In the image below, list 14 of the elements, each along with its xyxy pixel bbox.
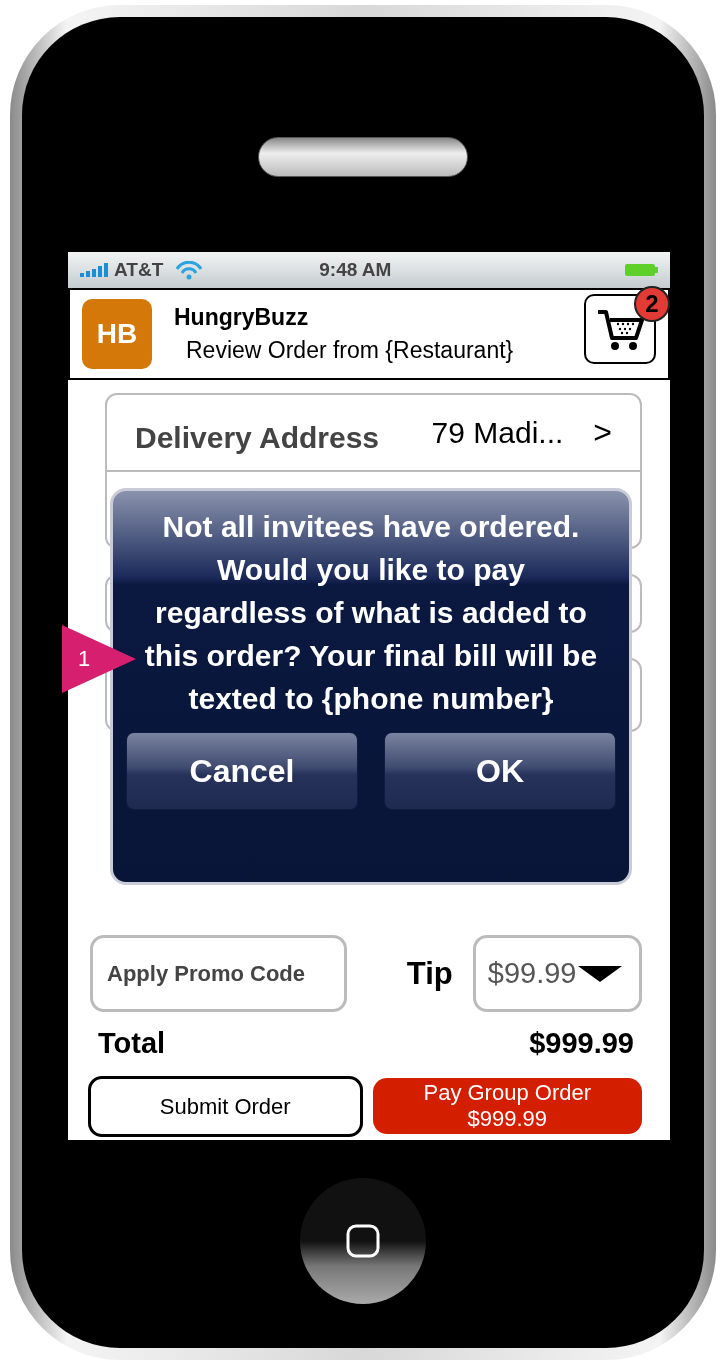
total-label: Total	[98, 1027, 166, 1060]
delivery-value: 79 Madi...	[431, 415, 564, 450]
app-logo: HB	[82, 299, 152, 369]
alert-message: Not all invitees have ordered. Would you like to pay regardless of what is added to this order? Your final bill will be texted to {phone number}	[143, 509, 599, 717]
carrier-label: AT&T	[114, 259, 164, 281]
page-subtitle: Review Order from {Restaurant}	[185, 337, 515, 364]
tip-value: $99.99	[487, 957, 577, 990]
cart-count-badge: 2	[634, 286, 670, 322]
delivery-label: Delivery Address	[135, 419, 380, 455]
app-title: HungryBuzz	[174, 304, 310, 331]
total-amount: $999.99	[529, 1027, 634, 1060]
tip-label: Tip	[406, 955, 453, 992]
status-time: 9:48 AM	[319, 259, 393, 281]
chevron-icon: >	[593, 414, 612, 451]
